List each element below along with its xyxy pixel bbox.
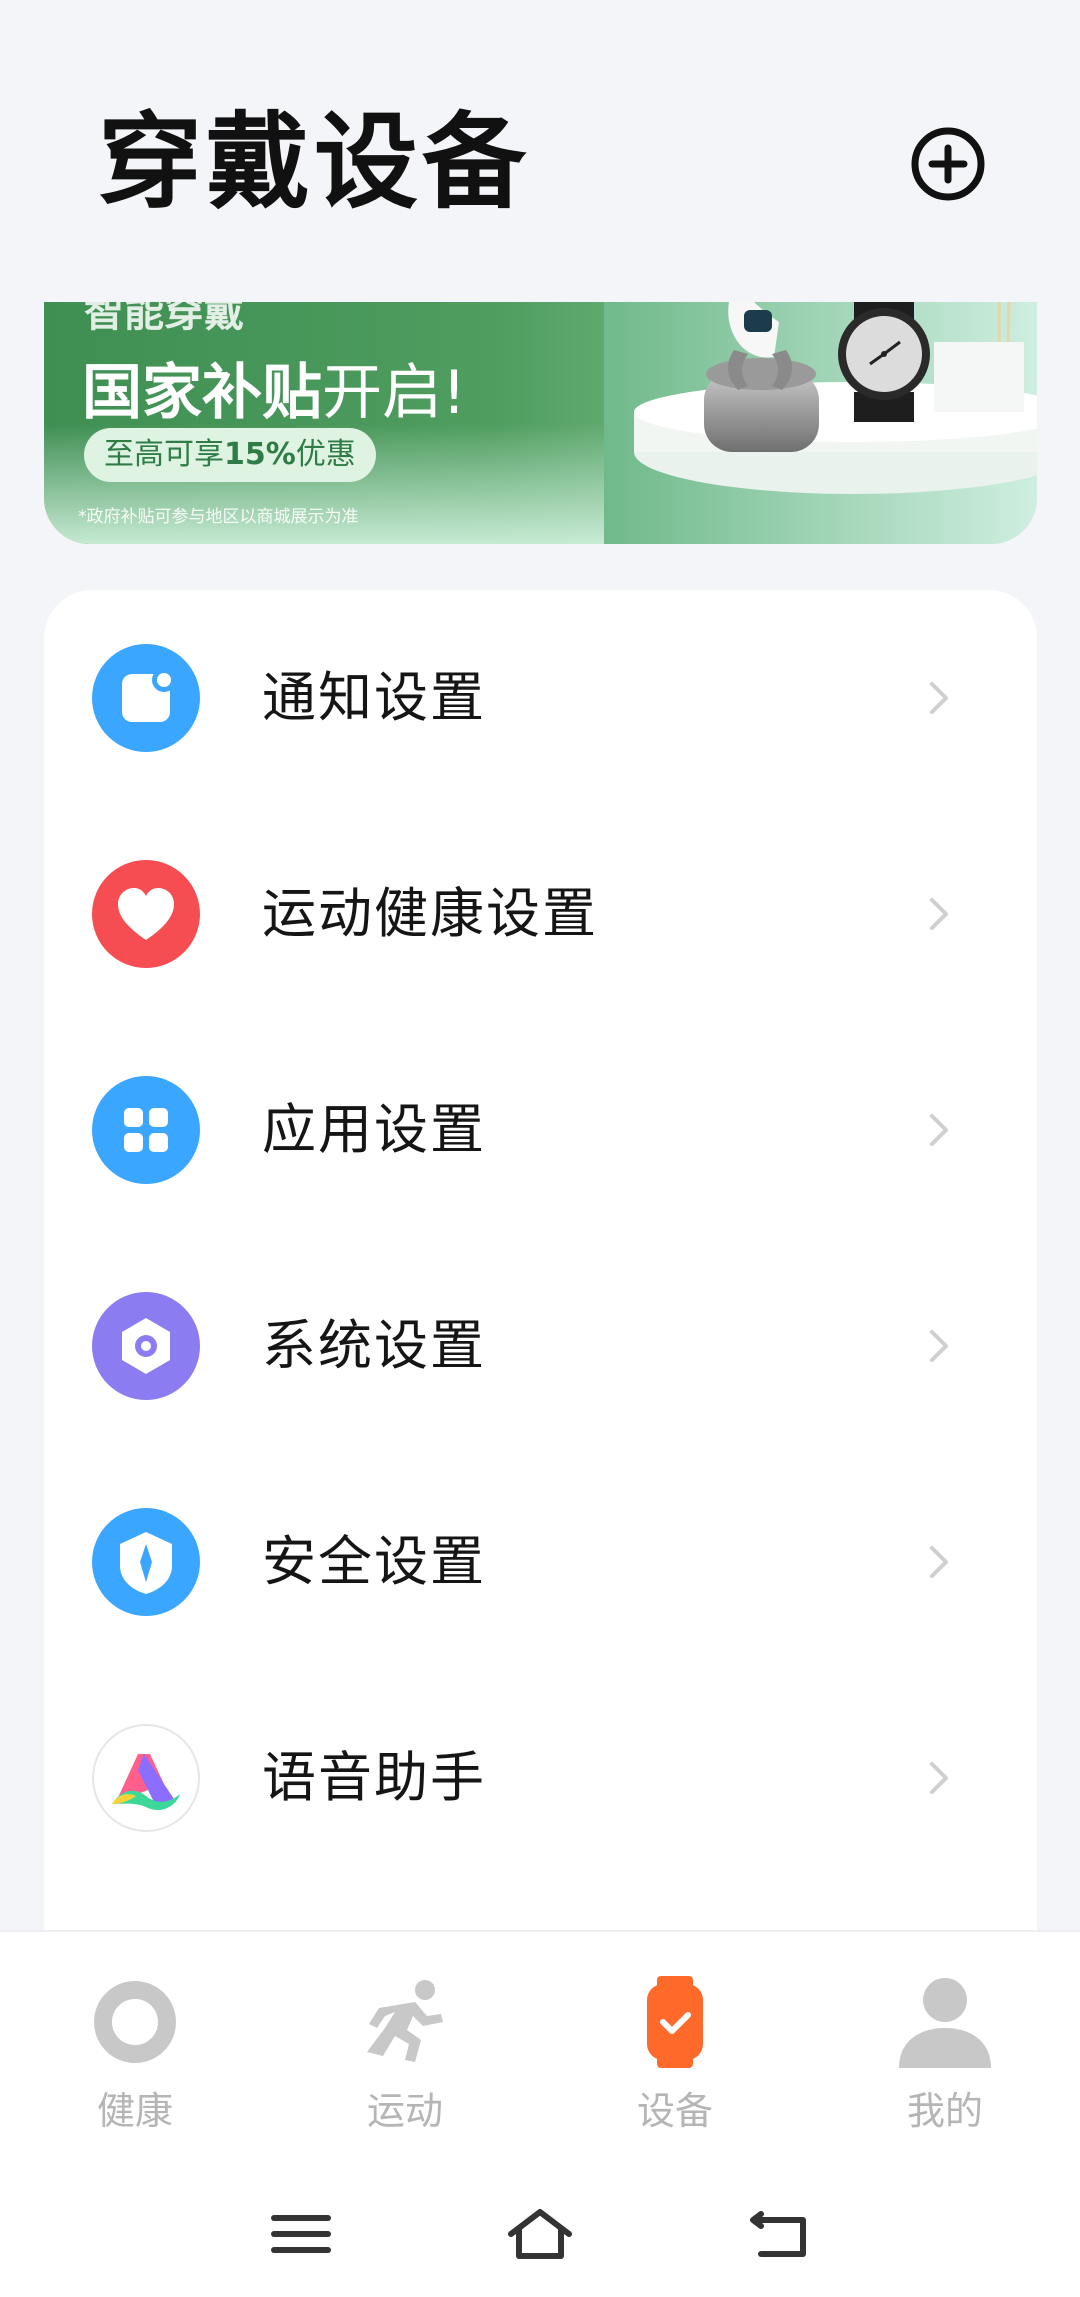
person-icon xyxy=(899,1978,991,2068)
banner-headline-rest: 开启! xyxy=(322,358,467,428)
banner-discount-pill: 至高可享15%优惠 xyxy=(84,428,376,482)
chevron-right-icon xyxy=(930,1330,948,1362)
promo-banner[interactable]: 智能穿戴 国家补贴开启! 至高可享15%优惠 *政府补贴可参与地区以商城展示为准 xyxy=(44,302,1037,544)
settings-row-health[interactable]: 运动健康设置 xyxy=(44,806,1037,1022)
nav-label: 运动 xyxy=(366,2089,443,2133)
pill-suffix: 优惠 xyxy=(295,437,356,472)
banner-headline-bold: 国家补贴 xyxy=(82,358,322,428)
banner-note: *政府补贴可参与地区以商城展示为准 xyxy=(78,507,359,527)
nav-item-health[interactable]: 健康 xyxy=(0,1932,270,2152)
nav-label: 我的 xyxy=(906,2089,983,2133)
page-title: 穿戴设备 xyxy=(98,101,531,223)
settings-row-label: 运动健康设置 xyxy=(262,882,598,945)
ring-icon xyxy=(94,1981,176,2063)
settings-row-voice-assistant[interactable]: 语音助手 xyxy=(44,1670,1037,1886)
heart-icon xyxy=(92,860,200,968)
notification-icon xyxy=(92,644,200,752)
nav-item-device[interactable]: 设备 xyxy=(540,1932,810,2152)
pill-prefix: 至高可享 xyxy=(104,437,224,472)
shield-icon xyxy=(92,1508,200,1616)
settings-row-label: 应用设置 xyxy=(262,1098,486,1161)
chevron-right-icon xyxy=(930,1114,948,1146)
header: 穿戴设备 xyxy=(0,0,1080,300)
home-icon[interactable] xyxy=(505,2206,575,2262)
pill-bold: 15% xyxy=(224,437,296,472)
nav-item-sport[interactable]: 运动 xyxy=(270,1932,540,2152)
settings-row-system[interactable]: 系统设置 xyxy=(44,1238,1037,1454)
hexagon-settings-icon xyxy=(92,1292,200,1400)
banner-headline: 国家补贴开启! xyxy=(82,344,466,431)
settings-row-label: 安全设置 xyxy=(262,1530,486,1593)
voice-assistant-icon xyxy=(92,1724,200,1832)
nav-item-me[interactable]: 我的 xyxy=(810,1932,1080,2152)
banner-product-image xyxy=(604,302,1037,544)
apps-grid-icon xyxy=(92,1076,200,1184)
chevron-right-icon xyxy=(930,898,948,930)
chevron-right-icon xyxy=(930,1762,948,1794)
settings-row-label: 通知设置 xyxy=(262,666,486,729)
settings-row-label: 语音助手 xyxy=(262,1746,486,1809)
chevron-right-icon xyxy=(930,682,948,714)
settings-row-label: 系统设置 xyxy=(262,1314,486,1377)
settings-card: 通知设置 运动健康设置 应用设置 系统设置 安全设置 语音助手 xyxy=(44,590,1037,1990)
settings-row-notification[interactable]: 通知设置 xyxy=(44,590,1037,806)
settings-row-apps[interactable]: 应用设置 xyxy=(44,1022,1037,1238)
nav-label: 设备 xyxy=(636,2089,713,2133)
system-nav-bar xyxy=(0,2180,1080,2280)
back-icon[interactable] xyxy=(745,2206,815,2262)
settings-row-security[interactable]: 安全设置 xyxy=(44,1454,1037,1670)
banner-top-text: 智能穿戴 xyxy=(84,302,244,336)
chevron-right-icon xyxy=(930,1546,948,1578)
nav-label: 健康 xyxy=(96,2089,173,2133)
runner-icon xyxy=(367,1980,443,2062)
watch-icon xyxy=(647,1976,703,2068)
plus-circle-icon[interactable] xyxy=(908,124,988,204)
menu-icon[interactable] xyxy=(266,2206,336,2262)
